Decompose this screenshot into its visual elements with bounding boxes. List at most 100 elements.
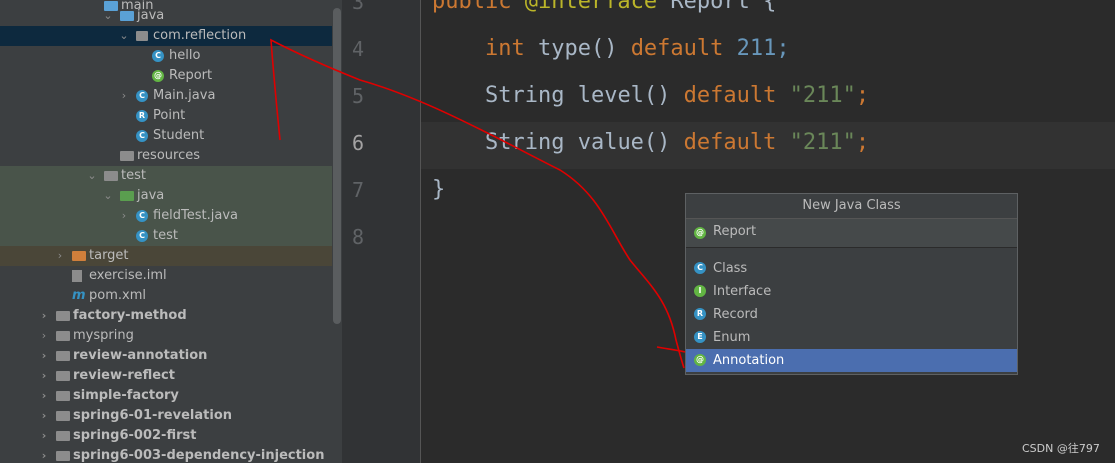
tree-row-label: spring6-01-revelation — [73, 408, 233, 423]
tree-row[interactable]: › spring6-002-first — [0, 426, 332, 446]
code-token: level() — [577, 83, 684, 108]
module-folder-icon — [56, 451, 70, 461]
code-token: default — [630, 36, 737, 61]
chevron-right-icon[interactable]: › — [38, 326, 50, 346]
tree-row-label: test — [153, 228, 178, 243]
tree-row-label: factory-method — [73, 308, 187, 323]
tree-row[interactable]: Ctest — [0, 226, 332, 246]
code-token: type() — [537, 36, 631, 61]
tree-row-label: simple-factory — [73, 388, 179, 403]
tree-row[interactable]: › CfieldTest.java — [0, 206, 332, 226]
tree-row[interactable]: ⌄ com.reflection — [0, 26, 332, 46]
tree-row-label: fieldTest.java — [153, 208, 239, 223]
tree-row[interactable]: ⌄ java — [0, 6, 332, 26]
module-folder-icon — [56, 431, 70, 441]
tree-row-label: exercise.iml — [89, 268, 167, 283]
chevron-right-icon[interactable]: › — [54, 246, 66, 266]
tree-row[interactable]: m pom.xml — [0, 286, 332, 306]
dialog-title: New Java Class — [686, 194, 1017, 219]
code-line[interactable]: int type() default 211; — [432, 36, 790, 61]
chevron-down-icon[interactable]: ⌄ — [102, 6, 114, 26]
kind-option-annotation[interactable]: @ Annotation — [686, 349, 1017, 372]
folder-gray-icon — [104, 171, 118, 181]
code-token: value() — [577, 130, 684, 155]
tree-row-label: review-annotation — [73, 348, 208, 363]
tree-row[interactable]: › review-annotation — [0, 346, 332, 366]
code-token: public — [432, 0, 525, 14]
tree-row[interactable]: › review-reflect — [0, 366, 332, 386]
tree-row-label: java — [137, 188, 165, 203]
chevron-right-icon[interactable]: › — [118, 206, 130, 226]
code-line[interactable]: String value() default "211"; — [432, 130, 869, 155]
chevron-down-icon[interactable]: ⌄ — [102, 186, 114, 206]
watermark: CSDN @往797 — [1022, 442, 1100, 455]
line-number: 6 — [351, 131, 364, 155]
tree-row-label: spring6-003-dependency-injection — [73, 448, 325, 463]
class-name-input[interactable]: @ Report — [686, 219, 1017, 248]
chevron-right-icon[interactable]: › — [38, 366, 50, 386]
kind-option-class[interactable]: C Class — [686, 257, 1017, 280]
tree-row[interactable]: R Point — [0, 106, 332, 126]
kind-option-enum[interactable]: E Enum — [686, 326, 1017, 349]
chevron-right-icon[interactable]: › — [38, 446, 50, 463]
chevron-down-icon[interactable]: ⌄ — [118, 26, 130, 46]
project-panel: main ⌄ java ⌄ com.reflection Chello @ Report › C M… — [0, 0, 332, 463]
chevron-down-icon[interactable]: ⌄ — [86, 166, 98, 186]
kind-option-interface[interactable]: I Interface — [686, 280, 1017, 303]
tree-row[interactable]: › factory-method — [0, 306, 332, 326]
tree-row[interactable]: › target — [0, 246, 332, 266]
kind-option-label: Class — [713, 261, 748, 276]
class-icon: C — [136, 230, 148, 242]
tree-row[interactable]: exercise.iml — [0, 266, 332, 286]
tree-row-label: review-reflect — [73, 368, 175, 383]
class-icon: C — [694, 262, 706, 274]
code-line[interactable]: String level() default "211"; — [432, 83, 869, 108]
class-icon: C — [152, 50, 164, 62]
tree-row-label: Point — [153, 108, 186, 123]
tree-row[interactable]: C Student — [0, 126, 332, 146]
tree-row-label: Main.java — [153, 88, 216, 103]
new-java-class-dialog: New Java Class @ Report C Class I Interface… — [685, 193, 1018, 375]
tree-row[interactable]: ⌄ java — [0, 186, 332, 206]
annotation-icon: @ — [694, 227, 706, 239]
folder-green-icon — [120, 191, 134, 201]
tree-row[interactable]: › spring6-01-revelation — [0, 406, 332, 426]
code-token: String — [432, 83, 578, 108]
code-line[interactable]: public @interface Report { — [432, 0, 776, 14]
maven-icon: m — [72, 288, 86, 303]
class-icon: C — [136, 210, 148, 222]
code-token: @interface — [524, 0, 671, 14]
tree-row[interactable]: › C Main.java — [0, 86, 332, 106]
line-number: 8 — [351, 225, 364, 249]
folder-orange-icon — [72, 251, 86, 261]
tree-row-label: myspring — [73, 328, 134, 343]
chevron-right-icon[interactable]: › — [38, 306, 50, 326]
tree-row[interactable]: @ Report — [0, 66, 332, 86]
chevron-right-icon[interactable]: › — [118, 86, 130, 106]
line-number: 5 — [351, 84, 364, 108]
chevron-right-icon[interactable]: › — [38, 386, 50, 406]
class-name-value[interactable]: Report — [713, 224, 756, 239]
project-scrollbar[interactable] — [332, 0, 342, 463]
annotation-icon: @ — [152, 70, 164, 82]
scrollbar-thumb[interactable] — [333, 8, 341, 324]
chevron-right-icon[interactable]: › — [38, 426, 50, 446]
code-token: default — [683, 130, 790, 155]
code-token: ; — [855, 130, 870, 155]
tree-row[interactable]: › myspring — [0, 326, 332, 346]
tree-row-label: resources — [137, 148, 201, 163]
chevron-right-icon[interactable]: › — [38, 346, 50, 366]
kind-option-label: Interface — [713, 284, 772, 299]
chevron-right-icon[interactable]: › — [38, 406, 50, 426]
module-folder-icon — [56, 371, 70, 381]
kind-option-record[interactable]: R Record — [686, 303, 1017, 326]
tree-row[interactable]: › simple-factory — [0, 386, 332, 406]
tree-row-label: test — [121, 168, 146, 183]
tree-row[interactable]: resources — [0, 146, 332, 166]
code-line[interactable]: } — [432, 177, 445, 202]
tree-row[interactable]: › spring6-003-dependency-injection — [0, 446, 332, 463]
code-token: ; — [855, 83, 870, 108]
tree-row[interactable]: ⌄ test — [0, 166, 332, 186]
tree-row[interactable]: Chello — [0, 46, 332, 66]
tree-row-label: com.reflection — [153, 28, 247, 43]
